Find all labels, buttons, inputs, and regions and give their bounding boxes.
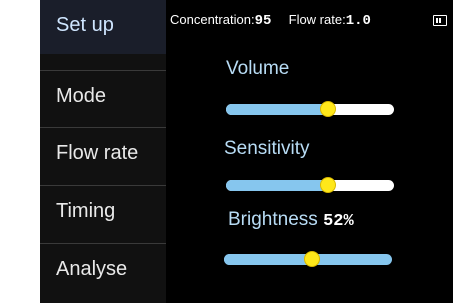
volume-slider-fill [226, 104, 327, 115]
menu-item-flow-rate[interactable]: Flow rate [40, 127, 166, 182]
flow-rate-value: 1.0 [345, 13, 371, 29]
menu-item-label: Analyse [56, 258, 128, 280]
menu-item-analyse[interactable]: Analyse [40, 243, 166, 298]
sensitivity-slider-fill [226, 180, 327, 191]
volume-slider[interactable] [226, 101, 394, 117]
menu-item-timing[interactable]: Timing [40, 185, 166, 240]
menu-item-mode[interactable]: Mode [40, 70, 166, 125]
concentration-value: 95 [254, 13, 272, 29]
brightness-slider[interactable] [224, 251, 392, 267]
device-screen: Set up Mode Flow rate Timing Analyse Con… [40, 0, 453, 303]
menu-item-label: Timing [56, 200, 116, 222]
battery-icon [433, 15, 447, 26]
brightness-label: Brightness 52% [228, 209, 354, 231]
sidebar-menu: Set up Mode Flow rate Timing Analyse [40, 0, 166, 303]
menu-item-label: Mode [56, 85, 107, 107]
brightness-label-text: Brightness [228, 209, 318, 230]
sensitivity-slider-knob[interactable] [319, 177, 336, 193]
brightness-value: 52% [323, 212, 354, 231]
brightness-slider-knob[interactable] [304, 251, 321, 267]
status-bar: Concentration:95 Flow rate:1.0 [170, 12, 453, 32]
sensitivity-label: Sensitivity [224, 138, 310, 159]
volume-slider-knob[interactable] [319, 101, 336, 117]
menu-item-label: Set up [56, 14, 114, 36]
brightness-slider-fill [224, 254, 312, 265]
menu-item-label: Flow rate [56, 142, 139, 164]
sensitivity-slider[interactable] [226, 177, 394, 193]
concentration-label: Concentration: [170, 12, 255, 27]
flow-rate-label: Flow rate: [288, 12, 346, 27]
volume-label: Volume [226, 58, 290, 79]
menu-item-set-up[interactable]: Set up [40, 0, 166, 54]
